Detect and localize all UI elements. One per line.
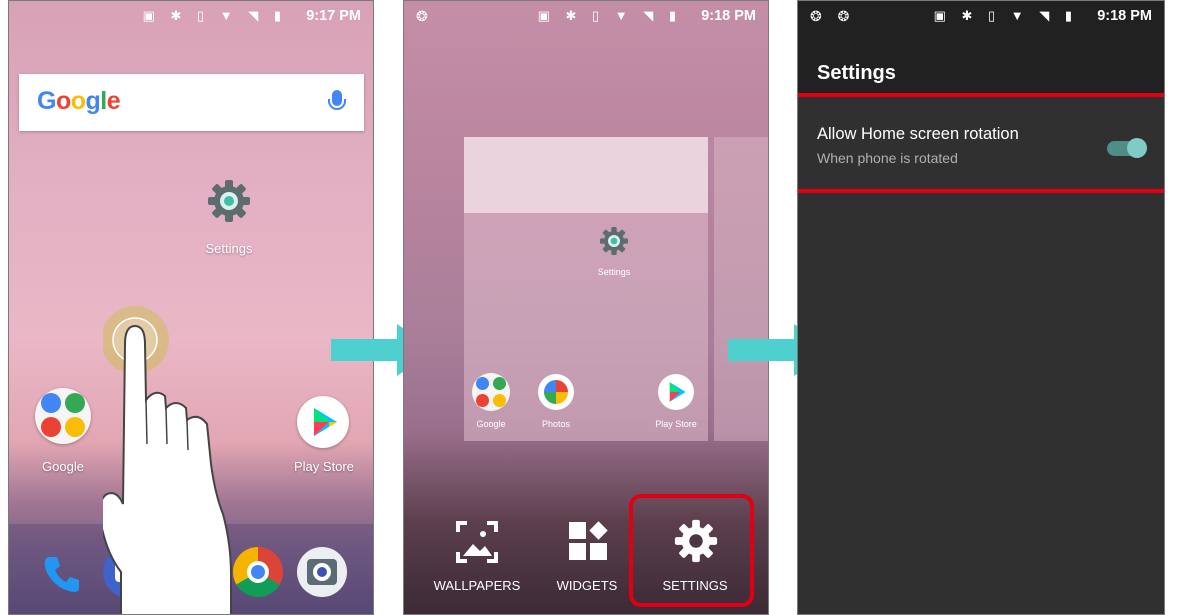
phone-icon[interactable] (39, 551, 85, 597)
next-page-preview[interactable] (714, 137, 768, 441)
mic-icon[interactable] (328, 90, 346, 110)
settings-app-icon[interactable] (205, 177, 253, 225)
play-triangle-icon (314, 408, 337, 436)
preview-settings-label: Settings (597, 267, 631, 277)
status-time: 9:17 PM (306, 8, 361, 24)
play-store-label: Play Store (294, 459, 354, 474)
gear-icon (208, 180, 250, 222)
camera-icon[interactable] (297, 547, 347, 597)
status-bar: ❂ ❂ ▣ ✱ ▯ ▼ ◥ ▮ 9:18 PM (798, 1, 1164, 31)
google-folder-icon[interactable] (35, 388, 91, 444)
play-store-icon[interactable] (297, 396, 349, 448)
settings-highlight-box (629, 494, 754, 607)
overview-screen: ❂ ▣ ✱ ▯ ▼ ◥ ▮ 9:18 PM Settings Google Ph… (403, 0, 769, 615)
preference-highlight-box (798, 93, 1164, 193)
widgets-button[interactable]: WIDGETS (532, 504, 642, 614)
status-time: 9:18 PM (701, 8, 756, 24)
gear-icon (600, 227, 628, 255)
status-bar: ❂ ▣ ✱ ▯ ▼ ◥ ▮ 9:18 PM (404, 1, 768, 31)
google-search-bar[interactable]: Google (19, 74, 364, 131)
preview-search-area (464, 137, 708, 213)
preview-play-store-icon (658, 374, 694, 410)
home-screen: ▣ ✱ ▯ ▼ ◥ ▮ 9:17 PM Google Settings Goog… (8, 0, 374, 615)
notification-icons: ❂ ❂ (810, 8, 856, 24)
google-logo: Google (37, 87, 121, 115)
preview-google-folder-icon (472, 373, 510, 411)
status-icons: ▣ ✱ ▯ ▼ ◥ ▮ (537, 8, 682, 23)
preview-photos-icon (538, 374, 574, 410)
camera-app-status-icon: ❂ (416, 8, 434, 24)
status-bar: ▣ ✱ ▯ ▼ ◥ ▮ 9:17 PM (9, 1, 373, 31)
settings-app-label: Settings (205, 241, 253, 256)
wallpapers-label: WALLPAPERS (433, 578, 521, 593)
home-settings-screen: ❂ ❂ ▣ ✱ ▯ ▼ ◥ ▮ 9:18 PM Settings Allow H… (797, 0, 1165, 615)
wallpapers-button[interactable]: WALLPAPERS (422, 504, 532, 614)
wallpaper-icon (456, 521, 498, 563)
widgets-label: WIDGETS (556, 578, 618, 593)
preview-play-store-label: Play Store (655, 419, 697, 429)
preview-photos-label: Photos (541, 419, 571, 429)
home-screen-preview[interactable]: Settings Google Photos Play Store (464, 137, 708, 441)
preview-google-label: Google (476, 419, 506, 429)
widgets-icon (569, 521, 608, 560)
status-icons: ▣ ✱ ▯ ▼ ◥ ▮ (142, 8, 287, 23)
touch-hold-hand-icon (98, 304, 253, 614)
google-folder-label: Google (42, 459, 84, 474)
status-time: 9:18 PM (1097, 8, 1152, 24)
status-icons: ▣ ✱ ▯ ▼ ◥ ▮ (933, 8, 1078, 23)
